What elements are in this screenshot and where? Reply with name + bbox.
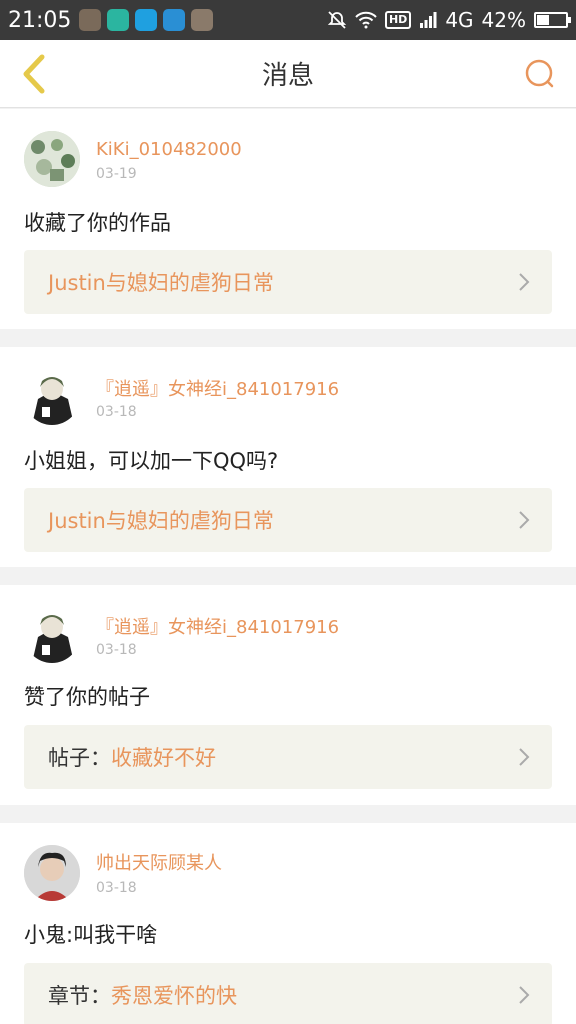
app-icon-1 xyxy=(79,9,102,31)
message-date: 03-18 xyxy=(96,404,137,420)
chevron-right-icon xyxy=(519,273,530,291)
signal-icon xyxy=(420,12,437,28)
chevron-right-icon xyxy=(519,986,530,1004)
search-button[interactable] xyxy=(520,54,560,94)
ref-prefix: 帖子： xyxy=(48,746,111,770)
message-item[interactable]: 『逍遥』女神经i_841017916 03-18 小姐姐，可以加一下QQ吗? J… xyxy=(0,347,576,567)
referenced-work[interactable]: Justin与媳妇的虐狗日常 xyxy=(24,488,552,552)
chevron-left-icon xyxy=(23,54,45,94)
referenced-post[interactable]: 帖子： 收藏好不好 xyxy=(24,725,552,789)
status-time: 21:05 xyxy=(8,7,72,33)
message-text: 小姐姐，可以加一下QQ吗? xyxy=(24,449,279,473)
chevron-right-icon xyxy=(519,511,530,529)
ref-title: 秀恩爱怀的快 xyxy=(111,984,237,1008)
app-icon-2 xyxy=(107,9,130,31)
hd-icon: HD xyxy=(384,11,412,29)
search-icon xyxy=(525,59,554,88)
avatar[interactable] xyxy=(24,131,80,187)
message-date: 03-18 xyxy=(96,880,137,896)
battery-icon xyxy=(534,12,571,28)
referenced-chapter[interactable]: 章节： 秀恩爱怀的快 xyxy=(24,963,552,1024)
wifi-icon xyxy=(355,11,377,29)
page-title: 消息 xyxy=(261,61,314,91)
network-type: 4G xyxy=(445,8,474,32)
message-date: 03-18 xyxy=(96,642,137,658)
message-item[interactable]: KiKi_010482000 03-19 收藏了你的作品 Justin与媳妇的虐… xyxy=(0,109,576,329)
message-text: 小鬼:叫我干啥 xyxy=(24,923,158,947)
status-bar: 21:05 HD 4G 42% xyxy=(0,0,576,40)
nav-bar: 消息 xyxy=(0,40,576,108)
ref-title: Justin与媳妇的虐狗日常 xyxy=(48,271,274,295)
message-username[interactable]: 『逍遥』女神经i_841017916 xyxy=(96,613,339,639)
ref-title: 收藏好不好 xyxy=(111,746,216,770)
app-icon-5 xyxy=(191,9,214,31)
back-button[interactable] xyxy=(12,52,56,96)
avatar[interactable] xyxy=(24,845,80,901)
chevron-right-icon xyxy=(519,748,530,766)
avatar[interactable] xyxy=(24,607,80,663)
message-text: 赞了你的帖子 xyxy=(24,685,150,709)
message-username[interactable]: KiKi_010482000 xyxy=(96,139,242,160)
scan-icon xyxy=(163,9,186,31)
avatar[interactable] xyxy=(24,369,80,425)
referenced-work[interactable]: Justin与媳妇的虐狗日常 xyxy=(24,250,552,314)
message-item[interactable]: 帅出天际顾某人 03-18 小鬼:叫我干啥 章节： 秀恩爱怀的快 xyxy=(0,823,576,1024)
ref-title: Justin与媳妇的虐狗日常 xyxy=(48,509,274,533)
battery-percent: 42% xyxy=(481,8,526,32)
chat-icon xyxy=(135,9,158,31)
message-text: 收藏了你的作品 xyxy=(24,211,171,235)
message-item[interactable]: 『逍遥』女神经i_841017916 03-18 赞了你的帖子 帖子： 收藏好不… xyxy=(0,585,576,805)
mute-icon xyxy=(327,11,347,29)
message-date: 03-19 xyxy=(96,166,137,182)
message-username[interactable]: 帅出天际顾某人 xyxy=(96,849,222,875)
message-username[interactable]: 『逍遥』女神经i_841017916 xyxy=(96,375,339,401)
ref-prefix: 章节： xyxy=(48,984,111,1008)
